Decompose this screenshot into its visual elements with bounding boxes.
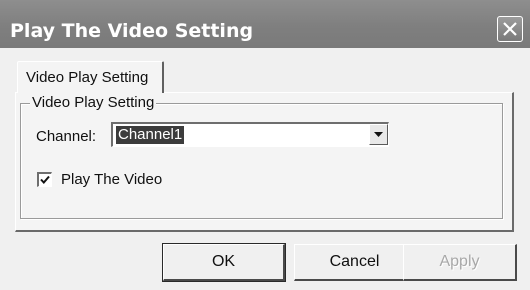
- video-play-setting-group: [20, 103, 503, 219]
- play-the-video-label[interactable]: Play The Video: [61, 171, 162, 188]
- channel-dropdown-button[interactable]: [369, 124, 388, 145]
- tab-label: Video Play Setting: [26, 69, 149, 86]
- cancel-button[interactable]: Cancel: [294, 244, 416, 281]
- channel-label: Channel:: [36, 128, 97, 145]
- checkmark-icon: [40, 175, 50, 184]
- channel-selected-value: Channel1: [116, 126, 185, 144]
- title-bar[interactable]: Play The Video Setting: [0, 0, 530, 48]
- ok-button[interactable]: OK: [162, 243, 286, 282]
- close-button[interactable]: [497, 16, 523, 42]
- apply-button[interactable]: Apply: [403, 244, 517, 281]
- dialog-window: Play The Video Setting Video Play Settin…: [0, 0, 530, 290]
- window-title: Play The Video Setting: [10, 20, 254, 42]
- group-legend: Video Play Setting: [30, 94, 157, 111]
- play-the-video-checkbox[interactable]: [37, 172, 52, 187]
- chevron-down-icon: [374, 132, 383, 137]
- channel-select[interactable]: Channel1: [111, 122, 389, 147]
- close-icon: [503, 22, 517, 36]
- tab-video-play-setting[interactable]: Video Play Setting: [17, 61, 164, 93]
